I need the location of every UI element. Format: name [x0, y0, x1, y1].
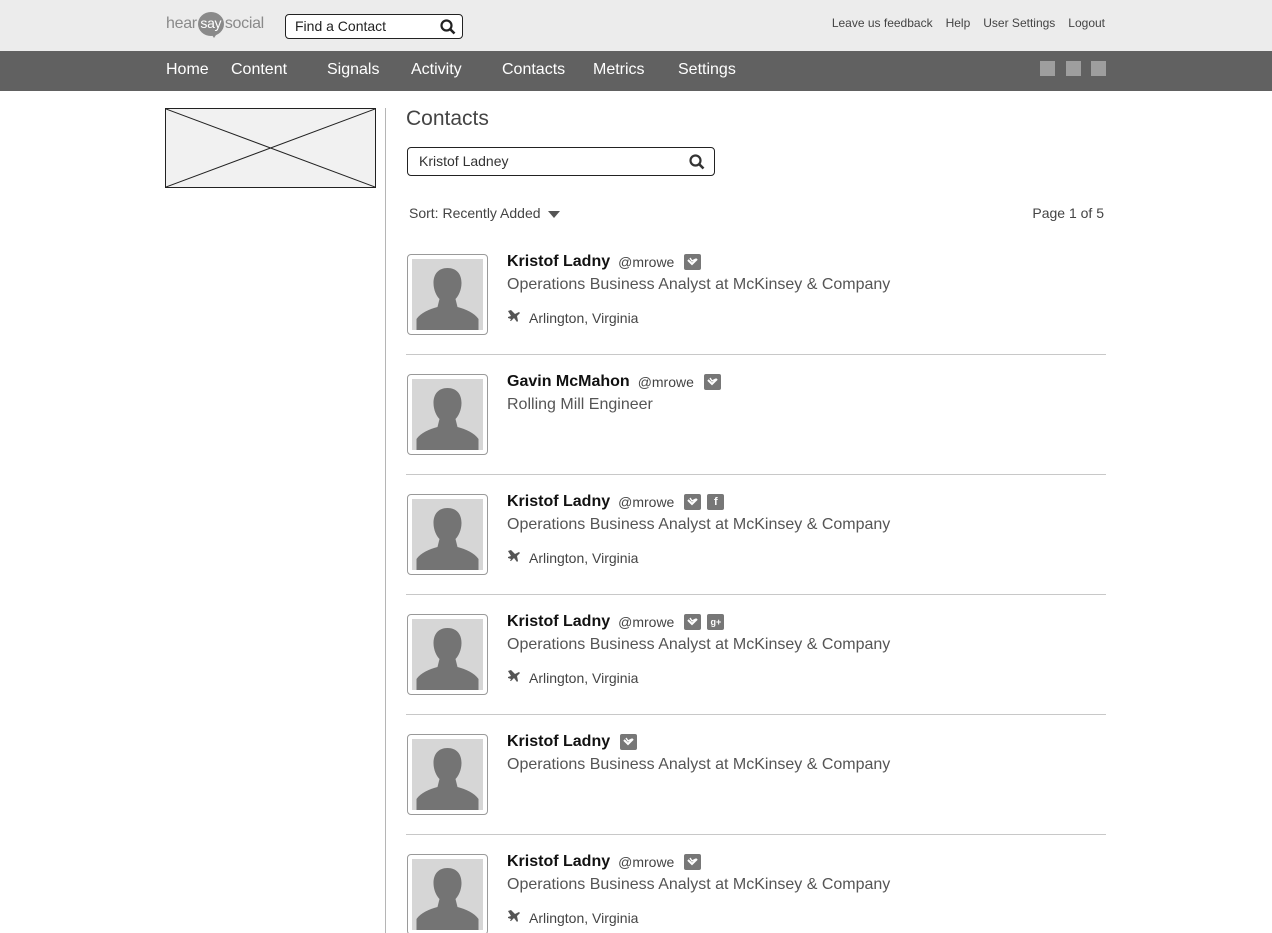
nav-signals[interactable]: Signals	[327, 61, 379, 79]
nav-settings[interactable]: Settings	[678, 61, 736, 79]
contact-job-title: Operations Business Analyst at McKinsey …	[507, 636, 891, 653]
contact-row[interactable]: Gavin McMahon @mrowe Rolling Mill Engineer	[406, 355, 1106, 475]
location-text: Arlington, Virginia	[529, 309, 639, 326]
contact-job-title: Operations Business Analyst at McKinsey …	[507, 276, 891, 293]
nav-content[interactable]: Content	[231, 61, 287, 79]
sort-dropdown[interactable]: Sort: Recently Added	[409, 205, 560, 221]
contact-job-title: Operations Business Analyst at McKinsey …	[507, 756, 891, 773]
avatar-silhouette-icon	[412, 859, 483, 930]
twitter-icon[interactable]	[684, 254, 702, 270]
avatar-silhouette-icon	[412, 619, 483, 690]
contact-handle[interactable]: @mrowe	[638, 374, 694, 390]
pagination-info: Page 1 of 5	[1032, 205, 1104, 221]
help-link[interactable]: Help	[946, 16, 971, 30]
chevron-down-icon	[547, 210, 560, 218]
search-icon[interactable]	[440, 19, 456, 40]
top-bar: hear say social Leave us feedback Help U…	[0, 0, 1272, 51]
avatar[interactable]	[407, 494, 488, 575]
top-links: Leave us feedback Help User Settings Log…	[832, 16, 1105, 30]
contact-row[interactable]: Kristof Ladny @mrowe Operations Business A…	[406, 235, 1106, 355]
logo-text-social: social	[224, 15, 264, 32]
location-text: Arlington, Virginia	[529, 549, 639, 566]
contact-name[interactable]: Kristof Ladny	[507, 733, 610, 751]
nav-metrics[interactable]: Metrics	[593, 61, 645, 79]
contact-row[interactable]: Kristof Ladny Operations Business Analyst…	[406, 715, 1106, 835]
airplane-icon	[507, 549, 521, 566]
twitter-icon[interactable]	[684, 854, 702, 870]
main-nav: Home Content Signals Activity Contacts M…	[0, 51, 1272, 91]
contact-name-row: Kristof Ladny	[507, 733, 638, 751]
avatar-silhouette-icon	[412, 379, 483, 450]
google-plus-icon[interactable]: g+	[707, 614, 725, 630]
avatar[interactable]	[407, 854, 488, 933]
avatar-silhouette-icon	[412, 259, 483, 330]
contact-handle[interactable]: @mrowe	[618, 254, 674, 270]
contact-name[interactable]: Kristof Ladny	[507, 253, 610, 271]
nav-contacts[interactable]: Contacts	[502, 61, 565, 79]
image-placeholder	[165, 108, 376, 188]
contact-job-title: Operations Business Analyst at McKinsey …	[507, 516, 891, 533]
contact-job-title: Rolling Mill Engineer	[507, 396, 653, 413]
avatar[interactable]	[407, 254, 488, 335]
contact-handle[interactable]: @mrowe	[618, 854, 674, 870]
contact-location: Arlington, Virginia	[507, 549, 638, 566]
contact-name-row: Kristof Ladny @mrowe f	[507, 493, 725, 511]
nav-home[interactable]: Home	[166, 61, 209, 79]
page-title: Contacts	[406, 107, 489, 130]
twitter-icon[interactable]	[684, 614, 702, 630]
contact-job-title: Operations Business Analyst at McKinsey …	[507, 876, 891, 893]
location-text: Arlington, Virginia	[529, 909, 639, 926]
contact-handle[interactable]: @mrowe	[618, 494, 674, 510]
nav-square-icon-2[interactable]	[1066, 61, 1081, 76]
find-contact-box	[285, 14, 463, 39]
contact-search-input[interactable]	[419, 148, 679, 174]
user-settings-link[interactable]: User Settings	[983, 16, 1055, 30]
feedback-link[interactable]: Leave us feedback	[832, 16, 933, 30]
contact-name-row: Kristof Ladny @mrowe	[507, 853, 702, 871]
avatar[interactable]	[407, 734, 488, 815]
airplane-icon	[507, 669, 521, 686]
contact-row[interactable]: Kristof Ladny @mrowe f Operations Business …	[406, 475, 1106, 595]
avatar[interactable]	[407, 614, 488, 695]
contact-row[interactable]: Kristof Ladny @mrowe g+ Operations Business…	[406, 595, 1106, 715]
contact-name-row: Kristof Ladny @mrowe	[507, 253, 702, 271]
avatar-silhouette-icon	[412, 499, 483, 570]
contact-location: Arlington, Virginia	[507, 309, 638, 326]
nav-square-icon-1[interactable]	[1040, 61, 1055, 76]
find-contact-input[interactable]	[295, 15, 435, 37]
contact-location: Arlington, Virginia	[507, 669, 638, 686]
contact-name[interactable]: Kristof Ladny	[507, 613, 610, 631]
contact-location: Arlington, Virginia	[507, 909, 638, 926]
contact-handle[interactable]: @mrowe	[618, 614, 674, 630]
search-icon[interactable]	[689, 154, 705, 175]
avatar[interactable]	[407, 374, 488, 455]
nav-square-icon-3[interactable]	[1091, 61, 1106, 76]
contact-search-box	[407, 147, 715, 176]
contact-name[interactable]: Gavin McMahon	[507, 373, 630, 391]
twitter-icon[interactable]	[684, 494, 702, 510]
airplane-icon	[507, 309, 521, 326]
contact-name-row: Gavin McMahon @mrowe	[507, 373, 721, 391]
sort-label: Sort: Recently Added	[409, 205, 541, 221]
logo-text-hear: hear	[166, 15, 197, 32]
airplane-icon	[507, 909, 521, 926]
contact-name-row: Kristof Ladny @mrowe g+	[507, 613, 725, 631]
location-text: Arlington, Virginia	[529, 669, 639, 686]
contact-row[interactable]: Kristof Ladny @mrowe Operations Business A…	[406, 835, 1106, 933]
logo-bubble: say	[197, 12, 224, 38]
twitter-icon[interactable]	[703, 374, 721, 390]
facebook-icon[interactable]: f	[707, 494, 725, 510]
column-divider	[385, 108, 386, 933]
avatar-silhouette-icon	[412, 739, 483, 810]
contact-name[interactable]: Kristof Ladny	[507, 853, 610, 871]
hearsay-logo[interactable]: hear say social	[166, 11, 264, 38]
twitter-icon[interactable]	[620, 734, 638, 750]
nav-activity[interactable]: Activity	[411, 61, 462, 79]
contact-name[interactable]: Kristof Ladny	[507, 493, 610, 511]
logout-link[interactable]: Logout	[1068, 16, 1105, 30]
